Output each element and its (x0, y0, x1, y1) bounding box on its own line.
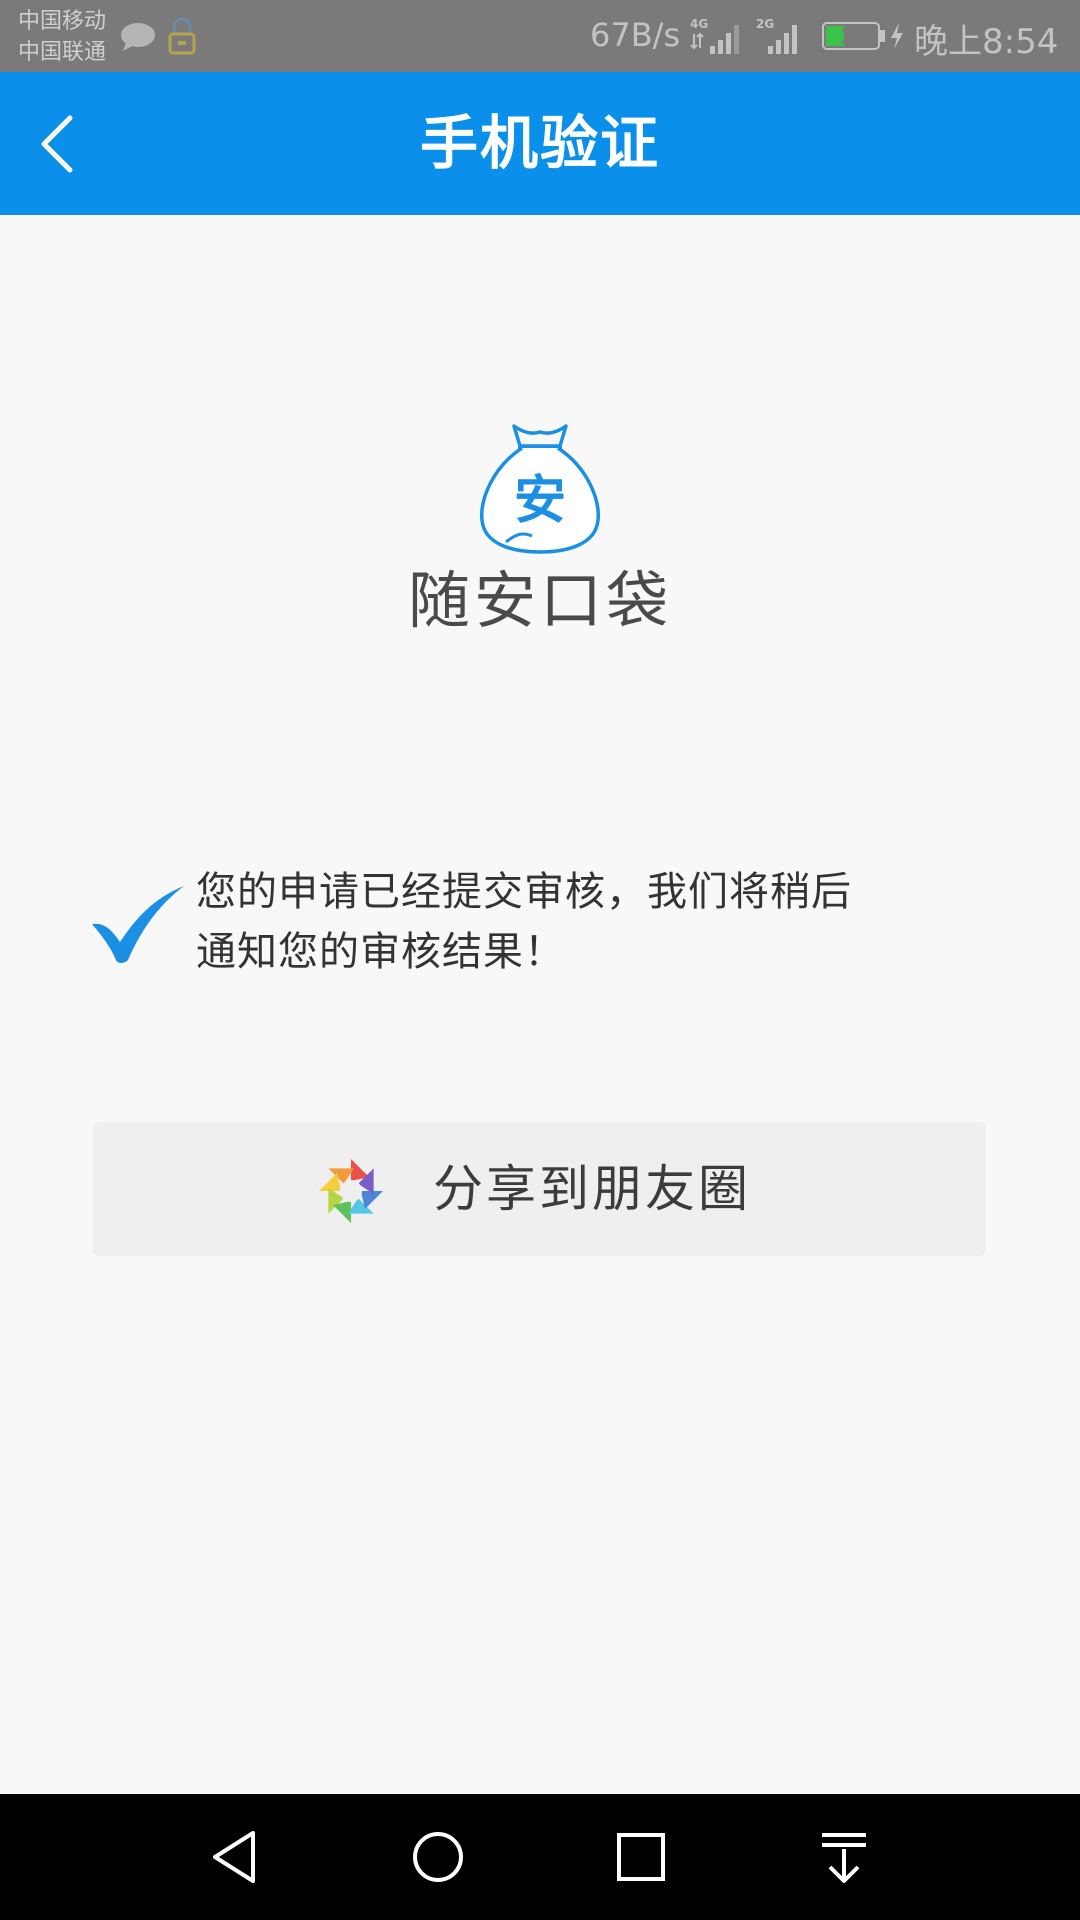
checkmark-icon (92, 886, 184, 963)
network-speed: 67B/s (590, 16, 681, 54)
carrier-2: 中国联通 (18, 40, 107, 65)
status-bar: 中国移动 中国联通 67B/s 4G 2G 34 晚上8:54 (0, 0, 1080, 72)
charging-icon (891, 23, 903, 49)
screen: 中国移动 中国联通 67B/s 4G 2G 34 晚上8:54 手机验证 安 随… (0, 0, 1080, 1920)
carrier-1: 中国移动 (18, 9, 107, 34)
page-title: 手机验证 (419, 109, 660, 177)
app-name: 随安口袋 (407, 564, 672, 637)
signal-2g-icon: 2G (756, 17, 797, 54)
chat-bubble-icon (121, 23, 155, 51)
share-to-moments-button[interactable]: 分享到朋友圈 (93, 1122, 986, 1256)
back-button[interactable] (34, 112, 84, 176)
nav-pulldown-icon[interactable] (814, 1827, 874, 1887)
battery-icon: 34 (822, 22, 885, 50)
svg-text:34: 34 (840, 26, 864, 48)
carrier-info: 中国移动 中国联通 (18, 6, 128, 68)
app-header: 手机验证 (0, 72, 1080, 215)
nav-home-icon[interactable] (408, 1827, 468, 1887)
wechat-moments-icon (319, 1159, 383, 1223)
nav-recents-icon[interactable] (611, 1827, 671, 1887)
svg-text:2G: 2G (756, 17, 774, 31)
clock: 晚上8:54 (914, 22, 1059, 62)
chevron-left-icon (41, 115, 73, 173)
logo-char: 安 (513, 471, 566, 531)
navigation-bar (0, 1794, 1080, 1920)
share-label: 分享到朋友圈 (433, 1160, 751, 1218)
svg-text:4G: 4G (690, 17, 708, 31)
status-message: 您的申请已经提交审核，我们将稍后通知您的审核结果！ (196, 869, 852, 975)
nav-back-icon[interactable] (205, 1827, 265, 1887)
signal-4g-icon: 4G (690, 17, 739, 54)
lock-icon (168, 17, 196, 55)
